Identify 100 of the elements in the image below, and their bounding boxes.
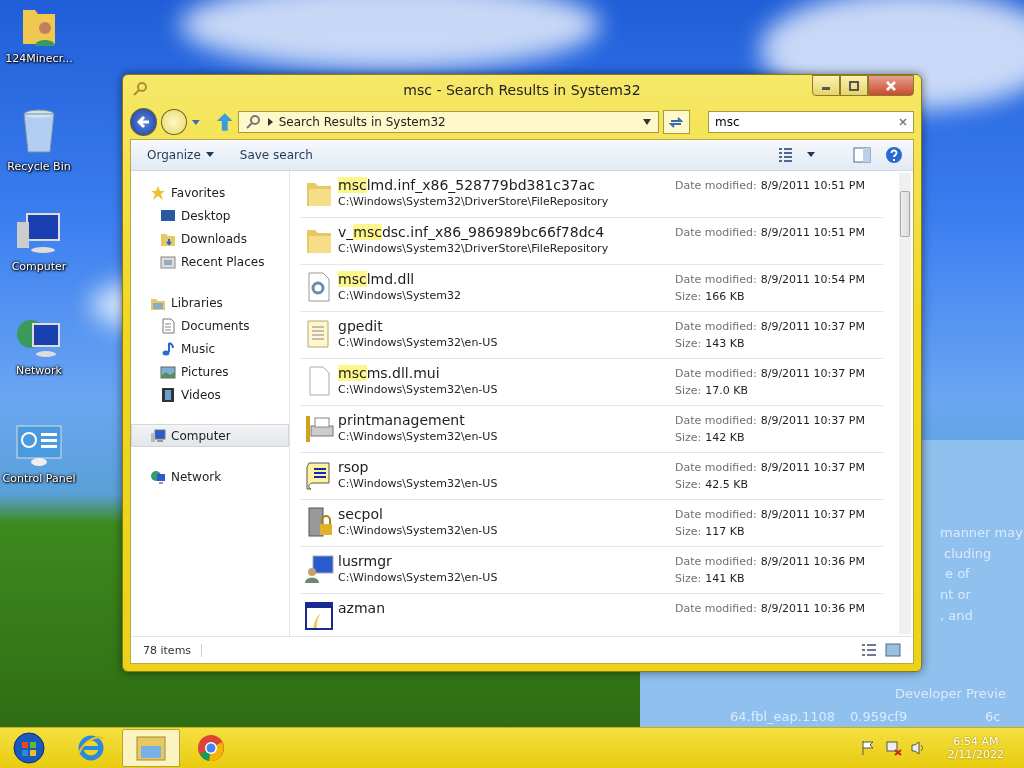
caret-icon	[190, 117, 201, 127]
refresh-button[interactable]	[662, 110, 690, 134]
wallpaper-text: , and	[940, 608, 973, 623]
desktop-icon-label[interactable]: Recycle Bin	[7, 160, 71, 173]
meta-label: Size:	[675, 337, 702, 350]
result-row[interactable]: msclmd.inf_x86_528779bd381c37ac C:\Windows\System32\DriverStore\FileRepository Date modified: 8/9/2011 10:51 PM	[300, 171, 883, 218]
nav-item[interactable]: Favorites	[131, 181, 289, 204]
result-row[interactable]: secpol C:\Windows\System32\en-US Date modified: 8/9/2011 10:37 PM Size: 117 KB	[300, 500, 883, 547]
folder-window-icon	[135, 734, 167, 762]
meta-value: 8/9/2011 10:51 PM	[760, 179, 865, 192]
meta-value: 8/9/2011 10:37 PM	[760, 320, 865, 333]
file-name: gpedit	[338, 318, 384, 334]
maximize-button[interactable]	[840, 75, 868, 96]
breadcrumb[interactable]: Search Results in System32	[278, 115, 636, 129]
nav-item[interactable]: Pictures	[131, 360, 289, 383]
wallpaper-text: 64.fbl_eap.1108	[730, 709, 836, 724]
nav-item[interactable]: Desktop	[131, 204, 289, 227]
minimize-button[interactable]	[812, 75, 840, 96]
refresh-icon	[669, 115, 684, 129]
result-row[interactable]: rsop C:\Windows\System32\en-US Date modified: 8/9/2011 10:37 PM Size: 42.5 KB	[300, 453, 883, 500]
back-button[interactable]	[130, 108, 158, 136]
file-path: C:\Windows\System32\en-US	[338, 383, 499, 396]
meta-label: Size:	[675, 525, 702, 538]
result-row[interactable]: lusrmgr C:\Windows\System32\en-US Date modified: 8/9/2011 10:36 PM Size: 141 KB	[300, 547, 883, 594]
browser-e-icon	[76, 733, 106, 763]
meta-value: 8/9/2011 10:36 PM	[760, 555, 865, 568]
result-row[interactable]: msclmd.dll C:\Windows\System32 Date modified: 8/9/2011 10:54 PM Size: 166 KB	[300, 265, 883, 312]
desktop-icon	[160, 207, 176, 224]
meta-label: Date modified:	[675, 367, 757, 380]
clear-icon	[898, 117, 908, 127]
meta-label: Date modified:	[675, 414, 757, 427]
nav-item[interactable]: Downloads	[131, 227, 289, 250]
caret-icon	[807, 152, 815, 158]
star-icon	[150, 184, 166, 201]
wallpaper-text: nt or	[940, 587, 971, 602]
nav-item[interactable]: Recent Places	[131, 250, 289, 273]
file-path: C:\Windows\System32\en-US	[338, 477, 499, 490]
back-arrow-icon	[136, 115, 151, 129]
nav-item[interactable]: Documents	[131, 314, 289, 337]
wallpaper-text: e of	[945, 566, 970, 581]
search-field[interactable]: msc	[708, 111, 914, 133]
meta-value: 141 KB	[705, 572, 745, 585]
search-icon	[244, 114, 261, 130]
network-icon	[150, 468, 166, 485]
desktop-icon-label[interactable]: 124Minecr...	[5, 52, 73, 65]
nav-item[interactable]: Libraries	[131, 291, 289, 314]
thumbnail-view-icon	[885, 643, 901, 657]
meta-label: Date modified:	[675, 461, 757, 474]
result-row[interactable]: printmanagement C:\Windows\System32\en-US Date modified: 8/9/2011 10:37 PM Size: 142 KB	[300, 406, 883, 453]
meta-label: Date modified:	[675, 226, 757, 239]
result-row[interactable]: azman Date modified: 8/9/2011 10:36 PM	[300, 594, 883, 636]
music-note-icon	[160, 340, 176, 357]
toolbar-button[interactable]: Save search	[233, 145, 319, 165]
file-name: azman	[338, 600, 387, 616]
meta-label: Size:	[675, 290, 702, 303]
wallpaper-text: Developer Previe	[895, 686, 1006, 701]
help-icon	[885, 146, 903, 164]
users-monitor-icon	[303, 553, 335, 585]
nav-item[interactable]: Music	[131, 337, 289, 360]
meta-value: 8/9/2011 10:37 PM	[760, 414, 865, 427]
close-button[interactable]	[868, 75, 914, 96]
meta-label: Date modified:	[675, 508, 757, 521]
search-icon	[132, 81, 148, 97]
meta-label: Date modified:	[675, 179, 757, 192]
meta-label: Date modified:	[675, 273, 757, 286]
nav-item[interactable]: Computer	[131, 424, 289, 447]
meta-value: 8/9/2011 10:54 PM	[760, 273, 865, 286]
pictures-icon	[160, 363, 176, 380]
result-row[interactable]: mscms.dll.mui C:\Windows\System32\en-US Date modified: 8/9/2011 10:37 PM Size: 17.0 KB	[300, 359, 883, 406]
meta-value: 8/9/2011 10:36 PM	[760, 602, 865, 615]
speaker-icon	[909, 740, 926, 756]
scrollbar[interactable]	[899, 173, 911, 634]
close-icon	[886, 80, 896, 91]
meta-value: 117 KB	[705, 525, 745, 538]
file-name: secpol	[338, 506, 384, 522]
address-bar[interactable]: Search Results in System32	[237, 111, 659, 133]
file-name: msclmd.inf_x86_528779bd381c37ac	[338, 177, 597, 193]
nav-item[interactable]: Network	[131, 465, 289, 488]
computer-icon	[15, 212, 63, 256]
forward-button[interactable]	[161, 109, 187, 135]
result-row[interactable]: v_mscdsc.inf_x86_986989bc66f78dc4 C:\Windows\System32\DriverStore\FileRepository Date modified: 8/9/2011 10:51 PM	[300, 218, 883, 265]
windows-logo-icon	[13, 732, 45, 764]
result-row[interactable]: gpedit C:\Windows\System32\en-US Date modified: 8/9/2011 10:37 PM Size: 143 KB	[300, 312, 883, 359]
window-title: msc - Search Results in System32	[403, 82, 641, 98]
file-name: rsop	[338, 459, 370, 475]
videos-icon	[160, 386, 176, 403]
nav-item[interactable]: Videos	[131, 383, 289, 406]
meta-value: 8/9/2011 10:37 PM	[760, 367, 865, 380]
dropdown-caret-icon	[641, 118, 652, 126]
meta-value: 8/9/2011 10:51 PM	[760, 226, 865, 239]
file-path: C:\Windows\System32\DriverStore\FileRepository	[338, 242, 610, 255]
toolbar-button[interactable]: Organize	[141, 145, 220, 165]
file-name: lusrmgr	[338, 553, 393, 569]
up-arrow-icon	[216, 112, 234, 132]
item-count: 78 items	[143, 643, 203, 657]
meta-label: Size:	[675, 431, 702, 444]
file-name: mscms.dll.mui	[338, 365, 441, 381]
meta-value: 166 KB	[705, 290, 745, 303]
meta-value: 143 KB	[705, 337, 745, 350]
meta-label: Size:	[675, 478, 702, 491]
